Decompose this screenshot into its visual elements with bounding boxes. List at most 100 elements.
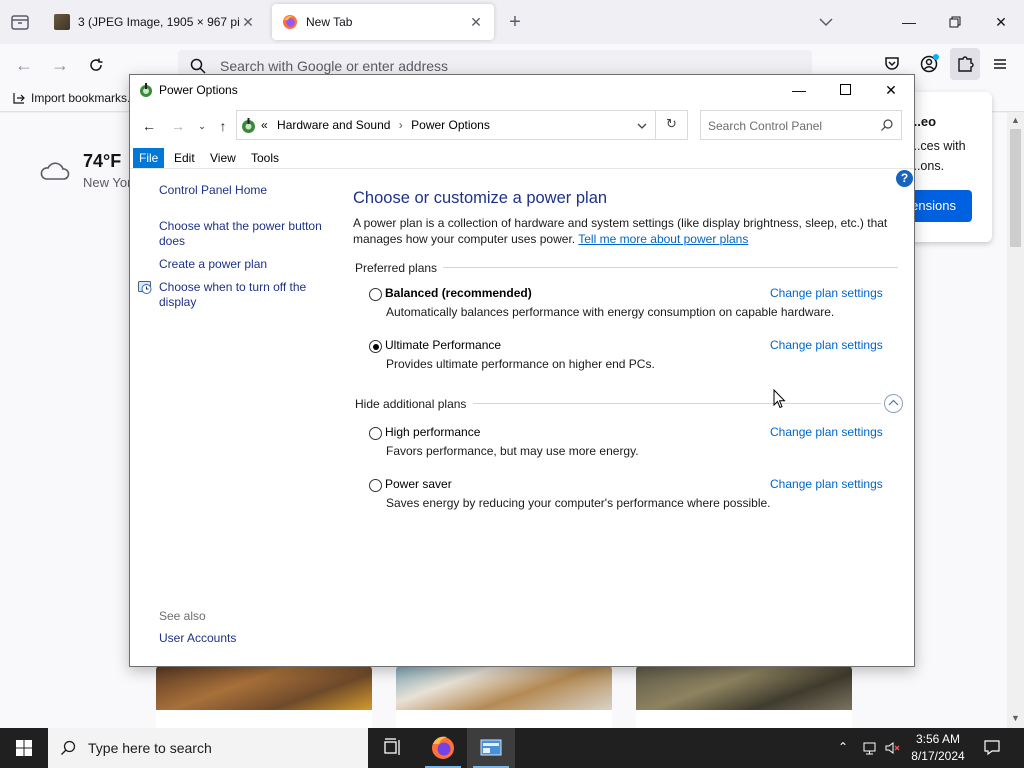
window-maximize-button[interactable] bbox=[822, 75, 868, 105]
plan-name[interactable]: Ultimate Performance bbox=[385, 338, 501, 352]
search-icon bbox=[881, 119, 893, 131]
account-icon bbox=[920, 54, 939, 73]
forward-button[interactable]: → bbox=[48, 53, 72, 77]
clock-icon bbox=[138, 281, 152, 294]
plan-name[interactable]: Balanced (recommended) bbox=[385, 286, 532, 300]
help-icon[interactable]: ? bbox=[896, 170, 913, 187]
story-card-body[interactable] bbox=[156, 710, 372, 728]
power-options-window: Power Options — ✕ ← → ⌄ ↑ « Hardware and… bbox=[129, 74, 915, 667]
control-panel-icon bbox=[242, 118, 255, 133]
story-card-body[interactable] bbox=[636, 710, 852, 728]
firefox-favicon-icon bbox=[283, 15, 297, 29]
list-all-tabs-button[interactable] bbox=[814, 12, 838, 32]
chevron-up-icon bbox=[888, 399, 899, 406]
system-clock[interactable]: 3:56 AM 8/17/2024 bbox=[902, 731, 974, 765]
breadcrumb-overflow[interactable]: « bbox=[261, 118, 268, 132]
window-close-button[interactable]: ✕ bbox=[868, 75, 914, 105]
plan-name[interactable]: Power saver bbox=[385, 477, 452, 491]
notifications-icon[interactable] bbox=[983, 738, 1001, 756]
address-box[interactable]: « Hardware and Sound › Power Options bbox=[236, 110, 688, 140]
breadcrumb-power-options[interactable]: Power Options bbox=[411, 118, 490, 132]
account-button[interactable] bbox=[917, 52, 941, 76]
plan-radio[interactable] bbox=[369, 479, 382, 492]
app-menu-button[interactable] bbox=[988, 52, 1012, 76]
extensions-button[interactable] bbox=[950, 48, 980, 80]
page-description: A power plan is a collection of hardware… bbox=[353, 215, 893, 247]
control-panel-home-link[interactable]: Control Panel Home bbox=[159, 183, 267, 198]
scroll-down-icon[interactable]: ▼ bbox=[1010, 713, 1021, 725]
plan-radio[interactable] bbox=[369, 288, 382, 301]
plan-name[interactable]: High performance bbox=[385, 425, 480, 439]
window-minimize-button[interactable]: — bbox=[776, 75, 822, 105]
create-power-plan-link[interactable]: Create a power plan bbox=[159, 257, 267, 272]
back-button[interactable]: ← bbox=[12, 53, 36, 77]
change-plan-settings-link[interactable]: Change plan settings bbox=[770, 425, 883, 439]
refresh-button[interactable]: ↻ bbox=[655, 110, 688, 140]
import-icon bbox=[13, 93, 25, 104]
new-tab-button[interactable]: + bbox=[503, 10, 527, 34]
change-plan-settings-link[interactable]: Change plan settings bbox=[770, 286, 883, 300]
address-dropdown-icon[interactable] bbox=[635, 119, 649, 133]
tab-close-icon[interactable]: ✕ bbox=[240, 14, 256, 30]
tab-tray-icon bbox=[11, 15, 29, 30]
story-card-body[interactable] bbox=[396, 710, 612, 728]
back-button[interactable]: ← bbox=[140, 117, 158, 135]
up-button[interactable]: ↑ bbox=[214, 117, 232, 135]
story-card-image[interactable] bbox=[636, 666, 852, 710]
browser-restore-button[interactable] bbox=[940, 10, 970, 34]
forward-button[interactable]: → bbox=[169, 117, 187, 135]
task-view-button[interactable] bbox=[368, 728, 416, 768]
taskbar-control-panel[interactable] bbox=[467, 728, 515, 768]
import-bookmarks-button[interactable]: Import bookmarks... bbox=[12, 91, 137, 105]
recent-locations-button[interactable]: ⌄ bbox=[193, 117, 211, 135]
plan-description: Favors performance, but may use more ene… bbox=[386, 444, 639, 458]
hide-additional-plans-heading[interactable]: Hide additional plans bbox=[355, 397, 466, 411]
control-panel-search-input[interactable] bbox=[708, 117, 873, 135]
control-panel-search[interactable] bbox=[700, 110, 902, 140]
tab-list-button[interactable] bbox=[8, 10, 32, 34]
windows-logo-icon bbox=[16, 740, 32, 756]
change-plan-settings-link[interactable]: Change plan settings bbox=[770, 477, 883, 491]
start-button[interactable] bbox=[0, 728, 48, 768]
network-icon[interactable] bbox=[862, 740, 878, 756]
browser-close-button[interactable]: ✕ bbox=[986, 10, 1016, 34]
change-plan-settings-link[interactable]: Change plan settings bbox=[770, 338, 883, 352]
story-card-image[interactable] bbox=[396, 666, 612, 710]
tab-title: New Tab bbox=[306, 15, 353, 29]
scrollbar-thumb[interactable] bbox=[1010, 129, 1021, 247]
tab-new-tab[interactable]: New Tab ✕ bbox=[272, 4, 494, 40]
menu-tools[interactable]: Tools bbox=[245, 148, 285, 168]
popup-body: ...ces with ...ons. bbox=[910, 139, 966, 173]
user-accounts-link[interactable]: User Accounts bbox=[159, 631, 236, 646]
plan-radio[interactable] bbox=[369, 427, 382, 440]
menu-edit[interactable]: Edit bbox=[168, 148, 201, 168]
menu-file[interactable]: File bbox=[133, 148, 165, 168]
chevron-down-icon bbox=[819, 18, 833, 27]
scroll-up-icon[interactable]: ▲ bbox=[1010, 115, 1021, 127]
volume-muted-icon[interactable] bbox=[884, 740, 900, 756]
maximize-icon bbox=[839, 84, 851, 95]
breadcrumb-hardware-and-sound[interactable]: Hardware and Sound bbox=[277, 118, 390, 132]
window-titlebar[interactable]: Power Options — ✕ bbox=[130, 75, 914, 105]
arrow-right-icon: → bbox=[171, 118, 185, 134]
menu-view[interactable]: View bbox=[204, 148, 242, 168]
browser-minimize-button[interactable]: — bbox=[894, 10, 924, 34]
minimize-icon: — bbox=[792, 82, 806, 98]
collapse-plans-button[interactable] bbox=[884, 394, 903, 413]
page-scrollbar[interactable]: ▲ ▼ bbox=[1007, 113, 1024, 728]
show-hidden-icons-button[interactable]: ⌃ bbox=[838, 740, 848, 754]
display-off-settings-link[interactable]: Choose when to turn off the display bbox=[159, 280, 329, 310]
power-options-icon bbox=[140, 83, 152, 97]
plan-radio[interactable] bbox=[369, 340, 382, 353]
taskbar-firefox[interactable] bbox=[419, 728, 467, 768]
tab-close-icon[interactable]: ✕ bbox=[468, 14, 484, 30]
story-card-image[interactable] bbox=[156, 666, 372, 710]
learn-more-link[interactable]: Tell me more about power plans bbox=[578, 232, 748, 246]
pocket-button[interactable] bbox=[880, 52, 904, 76]
power-button-settings-link[interactable]: Choose what the power button does bbox=[159, 219, 334, 249]
tab-jpeg-image[interactable]: 3 (JPEG Image, 1905 × 967 pixels) ✕ bbox=[44, 4, 266, 40]
menu-bar: File Edit View Tools bbox=[130, 148, 914, 169]
control-panel-icon bbox=[480, 739, 502, 756]
reload-button[interactable] bbox=[84, 53, 108, 77]
taskbar-search-box[interactable]: Type here to search bbox=[48, 728, 368, 768]
